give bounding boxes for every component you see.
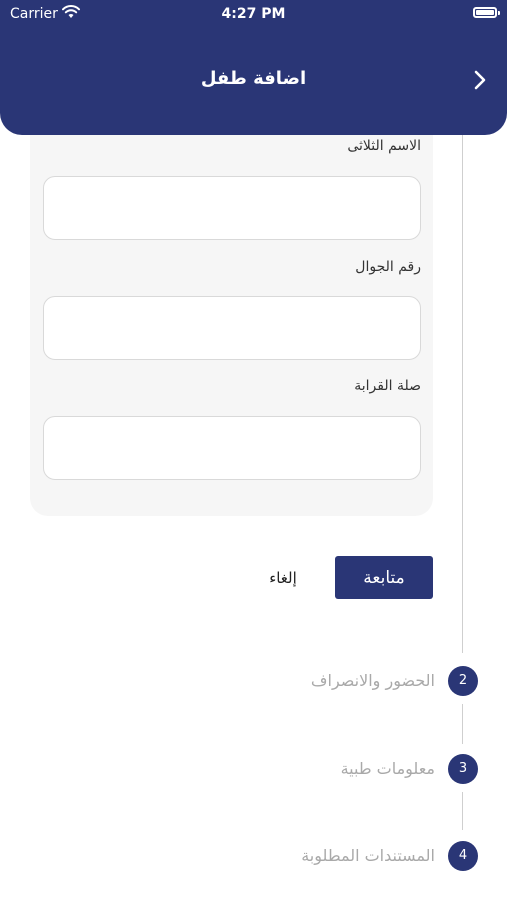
battery-fill: [476, 10, 494, 15]
relationship-field[interactable]: [43, 416, 421, 480]
battery-icon: [473, 7, 500, 18]
step-label-required-documents: المستندات المطلوبة: [301, 846, 435, 865]
step-label-attendance: الحضور والانصراف: [310, 671, 435, 690]
step-label-medical-info: معلومات طبية: [340, 759, 435, 778]
timeline-line-3-4: [462, 792, 463, 830]
page-title: اضافة طفل: [200, 68, 307, 89]
mobile-number-field[interactable]: [43, 296, 421, 360]
status-bar: Carrier 4:27 PM: [0, 0, 507, 28]
timeline-line-2-3: [462, 704, 463, 744]
step-number-3: 3: [448, 754, 478, 784]
step-number-2: 2: [448, 666, 478, 696]
timeline-line-top: [462, 135, 463, 653]
cancel-button[interactable]: إلغاء: [258, 566, 308, 590]
full-name-field[interactable]: [43, 176, 421, 240]
relationship-label: صلة القرابة: [354, 378, 421, 394]
chevron-right-icon[interactable]: [473, 69, 487, 91]
app-header: Carrier 4:27 PM اضافة طفل: [0, 0, 507, 135]
mobile-number-label: رقم الجوال: [355, 259, 421, 275]
clock: 4:27 PM: [221, 6, 286, 22]
full-name-label: الاسم الثلاثى: [347, 138, 421, 154]
continue-button[interactable]: متابعة: [335, 556, 433, 599]
step-number-4: 4: [448, 841, 478, 871]
